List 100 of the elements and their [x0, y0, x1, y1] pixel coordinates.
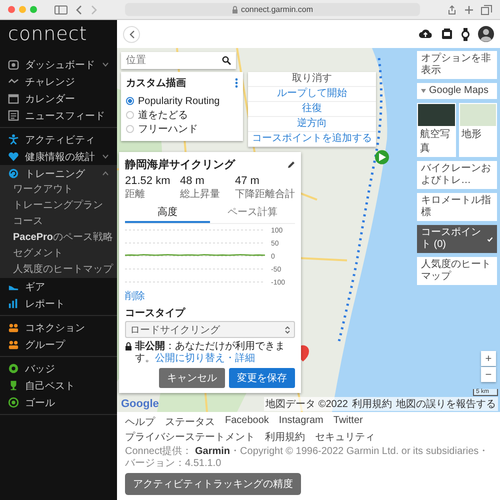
map-thumbnail [460, 104, 496, 126]
map-type-option[interactable]: 地形 [458, 103, 497, 157]
menu-item[interactable]: ループして開始 [248, 87, 376, 102]
lock-icon [232, 6, 238, 14]
search-icon[interactable] [222, 56, 231, 65]
menu-item[interactable]: ニュースフィード [0, 107, 117, 124]
tab[interactable]: 高度 [125, 204, 210, 223]
attribution-text[interactable]: 地図の誤りを報告する [396, 397, 496, 411]
activity-tracking-button[interactable]: アクティビティトラッキングの精度 [125, 473, 301, 495]
menu-item[interactable]: ギア [0, 278, 117, 295]
footer-link[interactable]: ステータス [165, 415, 215, 429]
radio-option[interactable]: 道をたどる [126, 108, 238, 122]
submenu-item[interactable]: PaceProのペース戦略 [0, 230, 117, 246]
radio-button[interactable] [126, 111, 134, 119]
stat-label: 下降距離合計 [235, 188, 295, 201]
submenu-item[interactable]: トレーニングプラン [0, 198, 117, 214]
submenu-item[interactable]: コース [0, 214, 117, 230]
menu-item[interactable]: アクティビティ [0, 131, 117, 148]
tab[interactable]: ペース計算 [210, 204, 295, 223]
tabs-icon[interactable] [481, 4, 492, 14]
map-type-label: 地形 [460, 128, 482, 142]
back-button[interactable] [123, 26, 140, 42]
attribution-text[interactable]: 地図データ ©2022 [266, 397, 348, 411]
chevron-icon [102, 62, 109, 67]
option-label: 道をたどる [138, 109, 188, 122]
caret-icon [421, 89, 426, 93]
layer-toggle[interactable]: バイクレーンおよびトレ… [417, 161, 497, 189]
menu-item[interactable]: ゴール [0, 394, 117, 411]
lock-icon [125, 342, 132, 351]
menu-item[interactable]: トレーニング [0, 165, 117, 182]
submenu-item[interactable]: 人気度のヒートマップ [0, 262, 117, 278]
map-type-dropdown[interactable]: Google Maps [417, 83, 497, 99]
sort-arrows-icon [285, 326, 290, 334]
back-icon[interactable] [75, 4, 83, 14]
layer-label: コースポイント (0) [421, 227, 482, 251]
submenu-item[interactable]: ワークアウト [0, 182, 117, 198]
footer-link[interactable]: Twitter [333, 415, 363, 429]
more-icon[interactable] [235, 78, 238, 88]
option-label: フリーハンド [138, 123, 198, 136]
search-field[interactable]: 位置 [121, 52, 236, 69]
chevron-left-icon [128, 30, 134, 38]
layer-toggle[interactable]: コースポイント (0) [417, 225, 497, 253]
zoom-out-button[interactable]: − [481, 367, 496, 382]
cloud-upload-icon[interactable] [418, 28, 433, 40]
stat-label: 総上昇量 [180, 188, 221, 201]
save-button[interactable]: 変更を保存 [229, 368, 295, 388]
menu-item[interactable]: カレンダー [0, 90, 117, 107]
layer-label: 人気度のヒートマップ [421, 259, 492, 283]
field-label: コースタイプ [125, 306, 186, 320]
panel-title: カスタム描画 [126, 76, 186, 90]
menu-item[interactable]: 自己ベスト [0, 377, 117, 394]
radio-option[interactable]: Popularity Routing [126, 94, 238, 108]
google-logo: Google [121, 398, 159, 410]
hide-options-button[interactable]: オプションを非表示 [417, 51, 497, 79]
attribution-text[interactable]: 利用規約 [352, 397, 392, 411]
menu-item[interactable]: コースポイントを追加する [248, 132, 376, 147]
chevron-icon [102, 154, 109, 159]
cancel-button[interactable]: キャンセル [159, 368, 225, 388]
menu-item[interactable]: ダッシュボード [0, 56, 117, 73]
menu-item[interactable]: 逆方向 [248, 117, 376, 132]
footer-link[interactable]: ヘルプ [125, 415, 155, 429]
zoom-in-button[interactable]: + [481, 351, 496, 366]
pencil-icon[interactable] [287, 160, 295, 168]
copyright-text: Connect提供： Garmin・Copyright © 1996-2022 Garmin Ltd. or its subsidiaries・バージョン：4.51.1.0 [125, 446, 490, 470]
layer-label: キロメートル指標 [421, 195, 492, 219]
menu-item[interactable]: バッジ [0, 360, 117, 377]
layer-toggle[interactable]: キロメートル指標 [417, 193, 497, 221]
radio-button[interactable] [126, 97, 134, 105]
radio-button[interactable] [126, 125, 134, 133]
map-type-option[interactable]: 航空写真 [417, 103, 456, 157]
menu-item[interactable]: レポート [0, 295, 117, 312]
menu-item[interactable]: 往復 [248, 102, 376, 117]
menu-item[interactable]: チャレンジ [0, 73, 117, 90]
layer-toggle[interactable]: 人気度のヒートマップ [417, 257, 497, 285]
address-bar[interactable]: connect.garmin.com [125, 3, 420, 16]
sidebar-toggle-icon[interactable] [54, 4, 68, 14]
logo[interactable]: connect [0, 20, 117, 53]
layer-label: バイクレーンおよびトレ… [421, 163, 492, 187]
submenu-item[interactable]: セグメント [0, 246, 117, 262]
window-controls[interactable] [8, 6, 37, 13]
footer-link[interactable]: Instagram [278, 415, 324, 429]
stat-label: 距離 [125, 188, 146, 201]
radio-option[interactable]: フリーハンド [126, 122, 238, 136]
plus-icon[interactable] [464, 4, 474, 14]
privacy-link[interactable]: 公開に切り替え・詳細 [155, 353, 255, 364]
device-icon[interactable] [441, 28, 453, 40]
menu-item[interactable]: コネクション [0, 319, 117, 336]
course-title: 静岡海岸サイクリング [125, 158, 235, 172]
footer-link[interactable]: 利用規約 [265, 430, 305, 444]
footer-link[interactable]: Facebook [225, 415, 269, 429]
footer-link[interactable]: プライバシーステートメント [125, 430, 255, 444]
menu-item[interactable]: グループ [0, 336, 117, 353]
footer-link[interactable]: セキュリティ [315, 430, 375, 444]
watch-icon[interactable] [461, 28, 470, 40]
delete-link[interactable]: 削除 [125, 289, 145, 303]
menu-item[interactable]: 健康情報の統計 [0, 148, 117, 165]
share-icon[interactable] [447, 4, 457, 14]
privacy-text: 非公開：あなただけが利用できます。公開に切り替え・詳細 [135, 341, 286, 365]
course-type-select[interactable]: ロードサイクリング [125, 321, 295, 338]
avatar-icon[interactable] [478, 26, 494, 42]
